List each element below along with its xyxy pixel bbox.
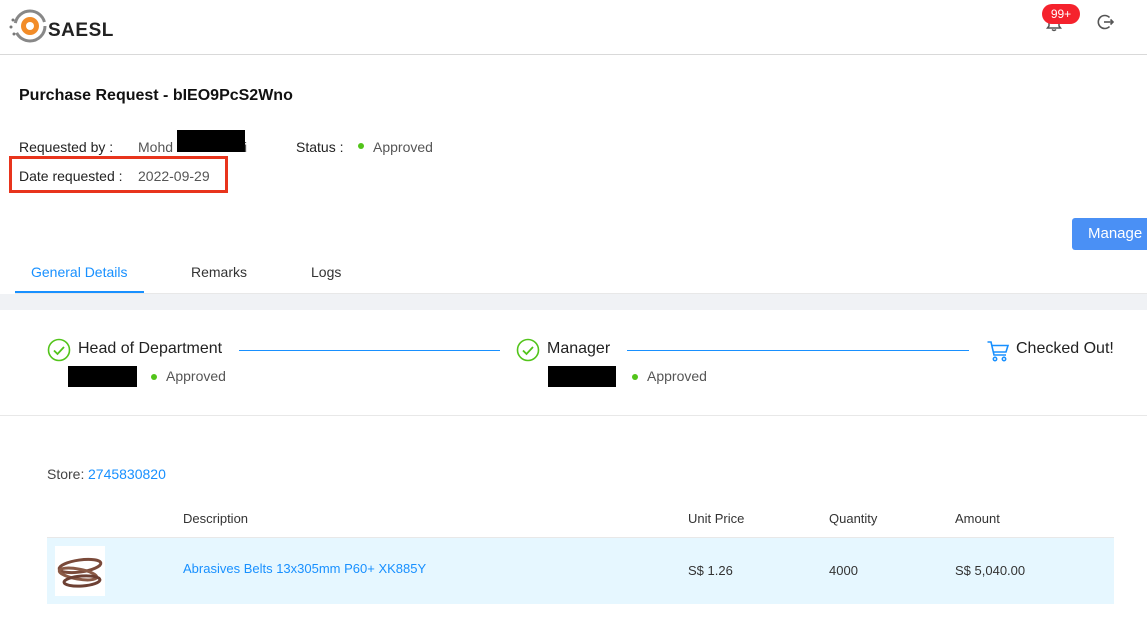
requested-by-value: Mohd	[138, 139, 174, 155]
requested-by-label: Requested by :	[19, 139, 114, 155]
tab-general-details[interactable]: General Details	[31, 264, 128, 280]
logout-icon[interactable]	[1096, 12, 1116, 32]
step-manager-title: Manager	[547, 340, 611, 357]
active-tab-indicator	[15, 291, 144, 293]
notification-badge[interactable]: 99+	[1042, 4, 1080, 24]
column-header-unit-price: Unit Price	[688, 511, 745, 526]
shopping-cart-icon	[987, 341, 1010, 362]
redacted-name	[177, 130, 245, 152]
item-amount: S$ 5,040.00	[955, 563, 1026, 578]
status-label: Status :	[296, 139, 344, 155]
store-id-link[interactable]: 2745830820	[88, 466, 166, 482]
column-header-description: Description	[183, 511, 249, 526]
product-thumbnail[interactable]	[55, 546, 105, 596]
step-head-of-department-status: Approved	[166, 368, 226, 384]
item-unit-price: S$ 1.26	[688, 563, 733, 578]
tab-remarks[interactable]: Remarks	[191, 264, 247, 280]
status-dot	[632, 374, 638, 380]
page-title: Purchase Request - bIEO9PcS2Wno	[19, 87, 293, 104]
store-label: Store:	[47, 466, 85, 482]
logo-mark-icon	[9, 9, 47, 43]
column-header-quantity: Quantity	[829, 511, 878, 526]
section-band	[0, 294, 1147, 310]
item-description-link[interactable]: Abrasives Belts 13x305mm P60+ XK885Y	[183, 561, 426, 576]
manage-button[interactable]: Manage	[1072, 218, 1147, 250]
step-connector	[627, 350, 969, 351]
tab-logs[interactable]: Logs	[311, 264, 341, 280]
check-circle-icon	[516, 338, 540, 362]
status-dot	[358, 143, 364, 149]
section-divider	[0, 415, 1147, 416]
saesl-logo[interactable]: SAESL	[8, 6, 118, 46]
step-head-of-department-title: Head of Department	[78, 340, 223, 357]
step-connector	[239, 350, 500, 351]
top-bar: SAESL 99+	[0, 0, 1147, 55]
status-dot	[151, 374, 157, 380]
step-checked-out-title: Checked Out!	[1016, 340, 1114, 357]
redacted-approver	[548, 366, 616, 387]
check-circle-icon	[47, 338, 71, 362]
status-value: Approved	[373, 139, 433, 155]
step-manager-status: Approved	[647, 368, 707, 384]
date-highlight-box	[9, 156, 228, 193]
column-header-amount: Amount	[955, 511, 1000, 526]
redacted-approver	[68, 366, 137, 387]
logo-text: SAESL	[48, 20, 114, 41]
requested-by-suffix: i	[244, 139, 248, 155]
item-quantity: 4000	[829, 563, 858, 578]
